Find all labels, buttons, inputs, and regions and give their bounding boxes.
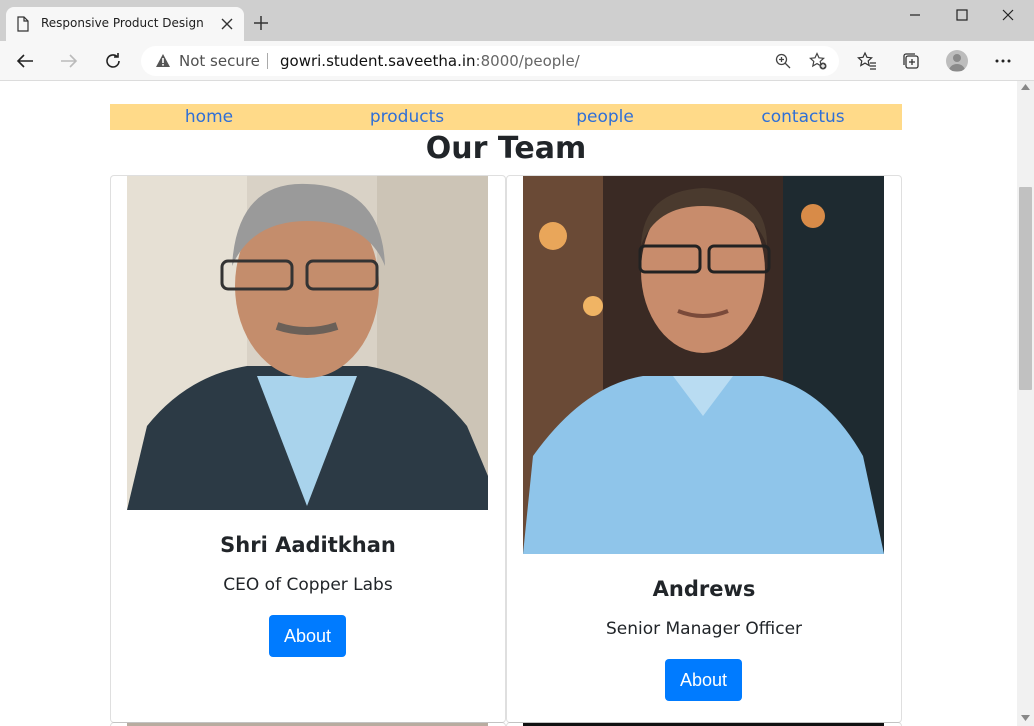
reload-icon[interactable]	[102, 50, 124, 72]
url-host: gowri.student.saveetha.in	[280, 52, 476, 70]
browser-tab[interactable]: Responsive Product Design	[6, 7, 244, 41]
team-card-next	[506, 722, 902, 726]
about-button[interactable]: About	[269, 615, 346, 657]
profile-icon[interactable]	[946, 50, 968, 72]
favorites-icon[interactable]	[857, 51, 877, 71]
team-card: Andrews Senior Manager Officer About	[506, 175, 902, 723]
about-button[interactable]: About	[665, 659, 742, 701]
url-path: :8000/people/	[475, 52, 580, 70]
nav-link-people[interactable]: people	[506, 104, 704, 130]
plus-icon[interactable]	[252, 14, 270, 32]
collections-icon[interactable]	[901, 51, 921, 71]
address-separator	[267, 53, 268, 69]
add-favorite-icon[interactable]	[809, 52, 827, 70]
page-title: Our Team	[425, 131, 587, 166]
page-icon	[17, 16, 29, 32]
minimize-icon[interactable]	[906, 6, 924, 24]
scroll-up-icon[interactable]	[1021, 84, 1030, 90]
nav-link-contactus[interactable]: contactus	[704, 104, 902, 130]
forward-icon[interactable]	[58, 50, 80, 72]
browser-tabstrip: Responsive Product Design	[0, 0, 1034, 41]
warning-icon[interactable]	[155, 53, 171, 68]
more-icon[interactable]	[993, 51, 1013, 71]
zoom-icon[interactable]	[775, 53, 791, 69]
page-scrollbar[interactable]	[1017, 81, 1034, 726]
tab-title: Responsive Product Design	[41, 16, 204, 30]
team-card-next	[110, 722, 506, 726]
nav-link-home[interactable]: home	[110, 104, 308, 130]
url-text[interactable]: gowri.student.saveetha.in:8000/people/	[280, 52, 580, 70]
scrollbar-thumb[interactable]	[1019, 187, 1032, 390]
maximize-icon[interactable]	[953, 6, 971, 24]
browser-toolbar: Not secure gowri.student.saveetha.in:800…	[0, 41, 1034, 81]
member-name: Shri Aaditkhan	[220, 533, 396, 557]
team-photo	[523, 176, 884, 554]
member-name: Andrews	[652, 577, 756, 601]
team-photo	[127, 176, 488, 510]
security-label[interactable]: Not secure	[179, 52, 260, 70]
page-viewport: home products people contactus Our Team …	[0, 81, 1017, 726]
scroll-down-icon[interactable]	[1021, 715, 1030, 721]
window-close-icon[interactable]	[999, 6, 1017, 24]
member-role: CEO of Copper Labs	[223, 575, 393, 595]
site-nav: home products people contactus	[110, 104, 902, 130]
team-card: Shri Aaditkhan CEO of Copper Labs About	[110, 175, 506, 723]
member-role: Senior Manager Officer	[605, 619, 803, 639]
close-icon[interactable]	[220, 17, 234, 31]
address-bar[interactable]: Not secure gowri.student.saveetha.in:800…	[141, 46, 839, 76]
back-icon[interactable]	[14, 50, 36, 72]
nav-link-products[interactable]: products	[308, 104, 506, 130]
